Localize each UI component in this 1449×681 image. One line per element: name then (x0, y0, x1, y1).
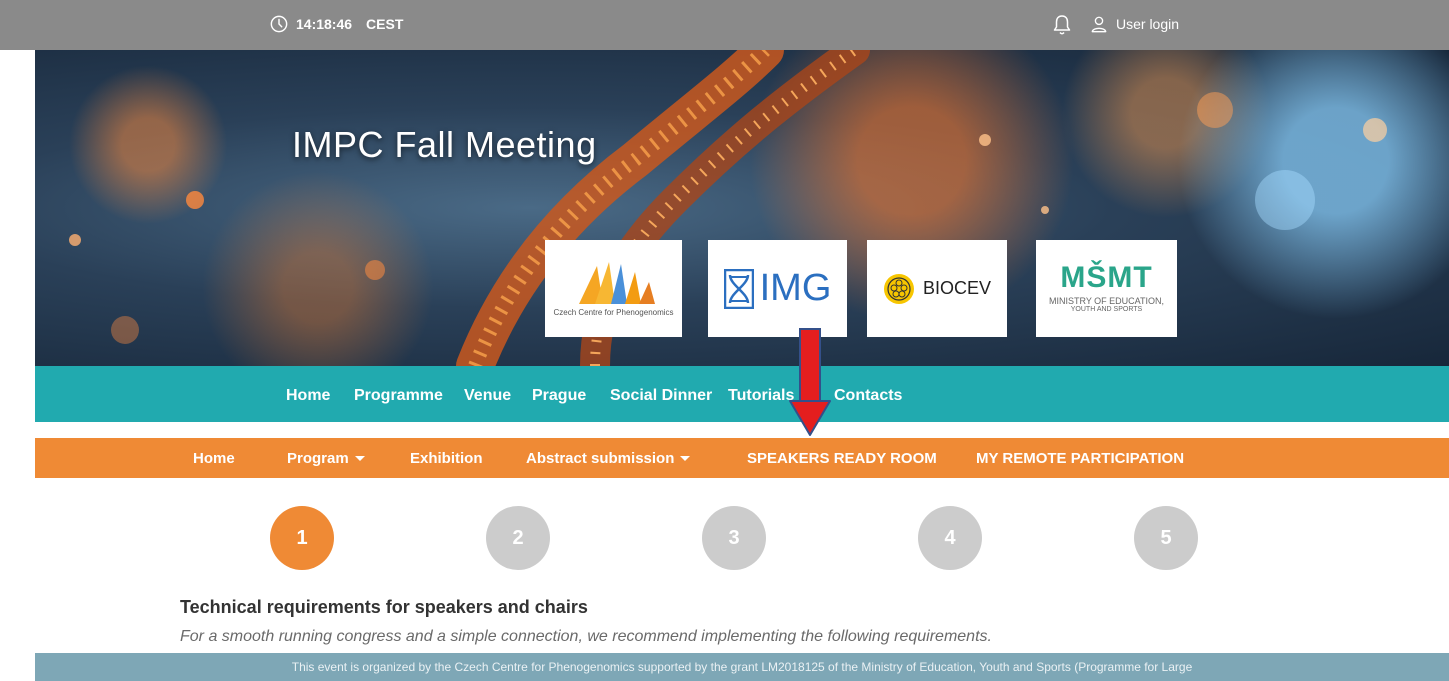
caret-down-icon (354, 456, 365, 461)
subnav-home[interactable]: Home (193, 450, 235, 467)
clock: 14:18:46 CEST (270, 15, 403, 33)
subnav-abstract-label: Abstract submission (526, 450, 675, 467)
caret-down-icon (680, 456, 691, 461)
nav-home[interactable]: Home (286, 387, 330, 405)
subnav-abstract-submission[interactable]: Abstract submission (526, 450, 691, 467)
footer-text: This event is organized by the Czech Cen… (291, 660, 1193, 674)
nav-programme[interactable]: Programme (354, 387, 443, 405)
msmt-logo-line2: YOUTH AND SPORTS (1070, 306, 1143, 313)
subnav-exhibition-label: Exhibition (410, 450, 483, 467)
msmt-logo-line1: MINISTRY OF EDUCATION, (1048, 296, 1164, 306)
step-3[interactable]: 3 (702, 506, 766, 570)
bell-icon[interactable] (1052, 14, 1072, 36)
subnav-exhibition[interactable]: Exhibition (410, 450, 483, 467)
subnav-home-label: Home (193, 450, 235, 467)
subnav-speakers-label: SPEAKERS READY ROOM (747, 450, 937, 467)
step-4[interactable]: 4 (918, 506, 982, 570)
nav-contacts[interactable]: Contacts (834, 387, 902, 405)
subnav-program-label: Program (287, 450, 349, 467)
user-login-link[interactable]: User login (1090, 15, 1179, 33)
nav-venue[interactable]: Venue (464, 387, 511, 405)
nav-social-dinner[interactable]: Social Dinner (610, 387, 712, 405)
img-logo-text: IMG (759, 267, 832, 309)
biocev-logo-text: BIOCEV (922, 278, 992, 298)
biocev-icon (883, 273, 914, 304)
ccp-logo-caption: Czech Centre for Phenogenomics (553, 308, 674, 317)
subnav-remote-participation[interactable]: MY REMOTE PARTICIPATION (976, 450, 1184, 467)
biocev-logo[interactable]: BIOCEV (867, 240, 1007, 337)
step-5[interactable]: 5 (1134, 506, 1198, 570)
img-logo[interactable]: IMG (708, 240, 847, 337)
clock-time: 14:18:46 (296, 16, 353, 32)
step-1[interactable]: 1 (270, 506, 334, 570)
footer-banner: This event is organized by the Czech Cen… (35, 653, 1449, 681)
msmt-logo-mark: MŠMT (1060, 261, 1153, 294)
ccp-fan-icon (578, 262, 655, 304)
clock-icon (270, 15, 288, 33)
user-login-label: User login (1116, 16, 1180, 32)
nav-tutorials[interactable]: Tutorials (728, 387, 794, 405)
nav-prague[interactable]: Prague (532, 387, 586, 405)
hero-title: IMPC Fall Meeting (292, 124, 597, 165)
main-nav: Home Programme Venue Prague Social Dinne… (35, 366, 1449, 422)
section-intro: For a smooth running congress and a simp… (180, 628, 992, 645)
user-icon (1091, 16, 1107, 33)
subnav-speakers-ready-room[interactable]: SPEAKERS READY ROOM (747, 450, 937, 467)
dna-icon (723, 268, 754, 309)
step-2[interactable]: 2 (486, 506, 550, 570)
top-bar: 14:18:46 CEST User login (0, 0, 1449, 50)
subnav-remote-label: MY REMOTE PARTICIPATION (976, 450, 1185, 467)
msmt-logo[interactable]: MŠMT MINISTRY OF EDUCATION, YOUTH AND SP… (1036, 240, 1177, 337)
subnav-program[interactable]: Program (287, 450, 365, 467)
secondary-nav: Home Program Exhibition Abstract submiss… (35, 438, 1449, 478)
ccp-logo[interactable]: Czech Centre for Phenogenomics (545, 240, 682, 337)
hero-banner: IMPC Fall Meeting Czech Centre for Pheno… (35, 50, 1449, 366)
clock-timezone: CEST (366, 16, 404, 32)
section-title: Technical requirements for speakers and … (180, 597, 588, 617)
annotation-arrow (789, 328, 831, 436)
